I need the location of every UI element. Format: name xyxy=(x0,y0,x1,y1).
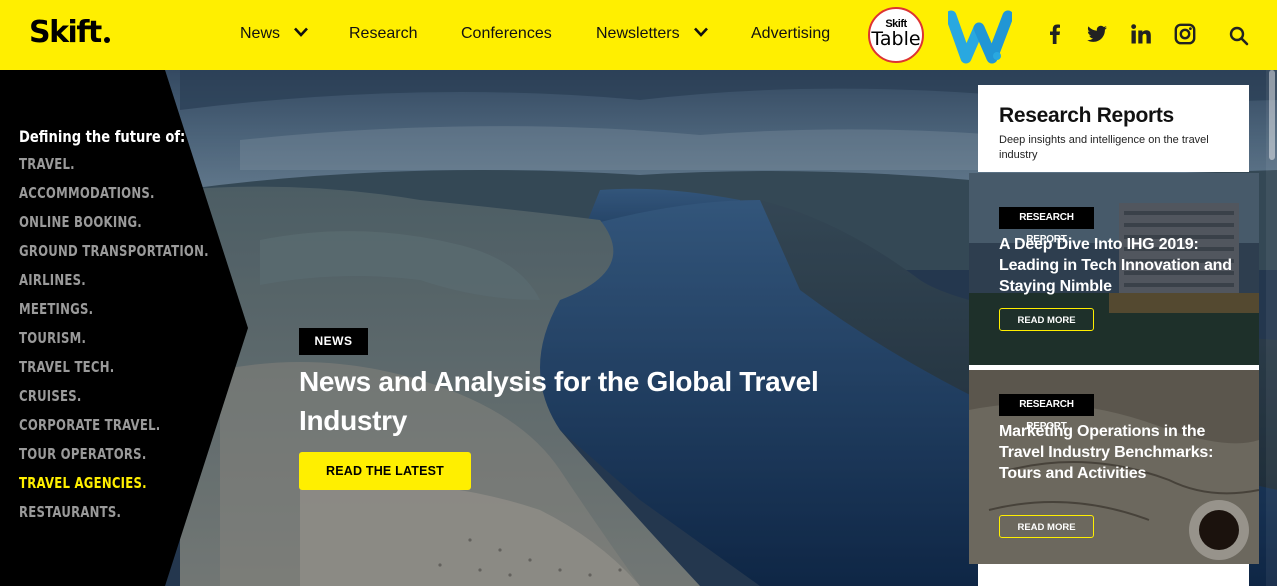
hero-headline[interactable]: News and Analysis for the Global Travel … xyxy=(299,362,859,440)
w-logo-icon[interactable] xyxy=(948,8,1012,64)
research-reports-title[interactable]: Research Reports xyxy=(999,104,1174,128)
sidebar-topic-list: TRAVEL. ACCOMMODATIONS. ONLINE BOOKING. … xyxy=(19,156,262,533)
research-card[interactable]: RESEARCH REPORT A Deep Dive Into IHG 201… xyxy=(969,173,1259,365)
sidebar-title: Defining the future of: xyxy=(19,127,186,146)
nav-news-label: News xyxy=(240,25,281,42)
research-reports-header: Research Reports Deep insights and intel… xyxy=(978,85,1249,172)
research-card[interactable]: RESEARCH REPORT Marketing Operations in … xyxy=(969,370,1259,564)
sidebar-item-travel-tech[interactable]: TRAVEL TECH. xyxy=(19,359,209,388)
nav-conferences[interactable]: Conferences xyxy=(461,25,552,43)
sidebar-item-travel[interactable]: TRAVEL. xyxy=(19,156,209,185)
nav-research[interactable]: Research xyxy=(349,25,417,43)
search-icon[interactable] xyxy=(1229,26,1249,46)
sidebar-item-travel-agencies[interactable]: TRAVEL AGENCIES. xyxy=(19,475,209,504)
nav-research-label: Research xyxy=(349,25,418,42)
nav-newsletters[interactable]: Newsletters xyxy=(596,25,708,43)
instagram-icon[interactable] xyxy=(1173,22,1197,46)
chevron-down-icon xyxy=(694,27,708,37)
sidebar-item-ground-transportation[interactable]: GROUND TRANSPORTATION. xyxy=(19,243,209,272)
site-header: Skift News Research Conferences Newslett… xyxy=(0,0,1277,70)
read-more-button[interactable]: READ MORE xyxy=(999,308,1094,331)
scrollbar-thumb[interactable] xyxy=(1269,70,1275,160)
sidebar-item-accommodations[interactable]: ACCOMMODATIONS. xyxy=(19,185,209,214)
sidebar-item-tour-operators[interactable]: TOUR OPERATORS. xyxy=(19,446,209,475)
research-card-title[interactable]: Marketing Operations in the Travel Indus… xyxy=(999,421,1239,484)
nav-newsletters-label: Newsletters xyxy=(596,25,680,42)
nav-conferences-label: Conferences xyxy=(461,25,552,42)
read-the-latest-button[interactable]: READ THE LATEST xyxy=(299,452,471,490)
twitter-icon[interactable] xyxy=(1085,22,1109,46)
nav-advertising-label: Advertising xyxy=(751,25,831,42)
research-panel-footer xyxy=(978,564,1249,586)
read-more-button[interactable]: READ MORE xyxy=(999,515,1094,538)
logo-dot xyxy=(104,37,110,43)
nav-news[interactable]: News xyxy=(240,25,309,43)
research-reports-description: Deep insights and intelligence on the tr… xyxy=(999,134,1209,161)
research-card-title[interactable]: A Deep Dive Into IHG 2019: Leading in Te… xyxy=(999,234,1239,297)
sidebar-item-corporate-travel[interactable]: CORPORATE TRAVEL. xyxy=(19,417,209,446)
sidebar-item-airlines[interactable]: AIRLINES. xyxy=(19,272,209,301)
facebook-icon[interactable] xyxy=(1043,22,1067,46)
linkedin-icon[interactable] xyxy=(1129,22,1153,46)
sidebar-item-restaurants[interactable]: RESTAURANTS. xyxy=(19,504,209,533)
skift-table-badge[interactable]: Skift Table xyxy=(868,7,924,63)
nav-advertising[interactable]: Advertising xyxy=(751,25,830,43)
hero-section: Defining the future of: TRAVEL. ACCOMMOD… xyxy=(0,70,1277,586)
chevron-down-icon xyxy=(294,27,309,37)
sidebar-item-tourism[interactable]: TOURISM. xyxy=(19,330,209,359)
sidebar-item-cruises[interactable]: CRUISES. xyxy=(19,388,209,417)
research-report-tag: RESEARCH REPORT xyxy=(999,394,1094,432)
sidebar-item-meetings[interactable]: MEETINGS. xyxy=(19,301,209,330)
sidebar-item-online-booking[interactable]: ONLINE BOOKING. xyxy=(19,214,209,243)
skift-logo[interactable]: Skift xyxy=(29,15,102,50)
news-tag-badge[interactable]: NEWS xyxy=(299,328,368,355)
skift-table-line2: Table xyxy=(871,28,921,50)
research-report-tag: RESEARCH REPORT xyxy=(999,207,1094,245)
